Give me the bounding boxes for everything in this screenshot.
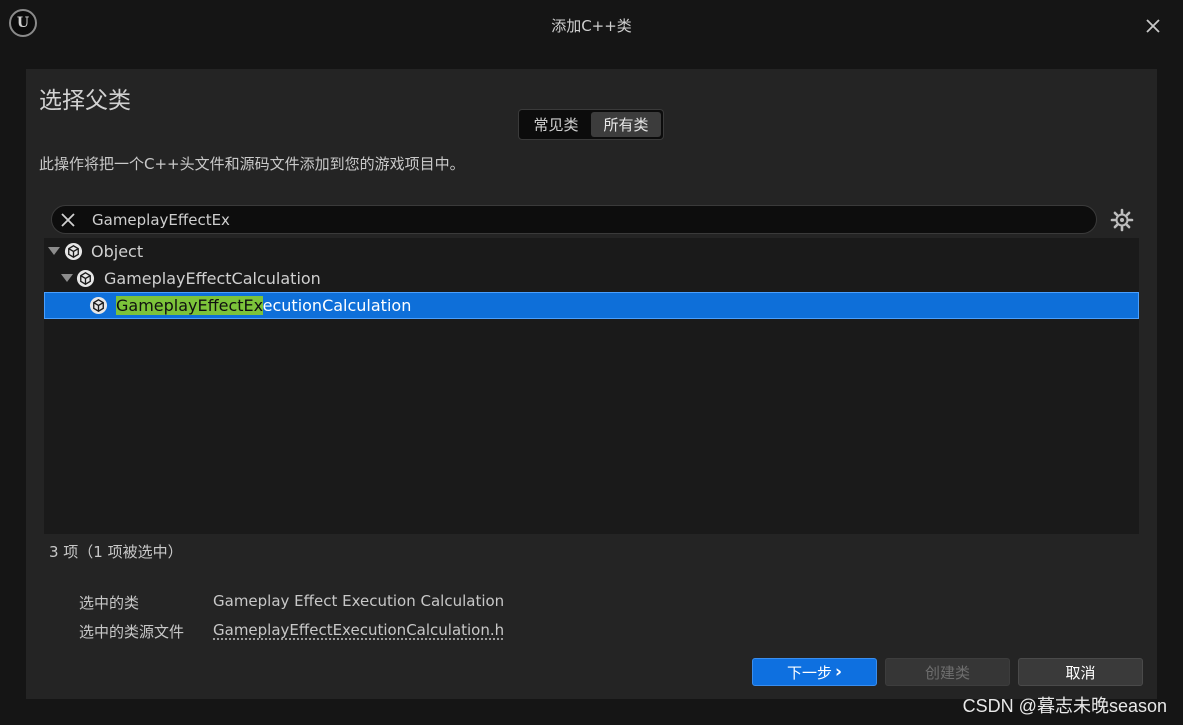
source-file-link[interactable]: GameplayEffectExecutionCalculation.h: [213, 621, 504, 639]
class-cube-icon: [76, 269, 95, 288]
class-cube-icon: [64, 242, 83, 261]
tree-item-label-rest: ecutionCalculation: [262, 296, 412, 315]
page-title: 选择父类: [39, 88, 131, 114]
tree-item-label: GameplayEffectExecutionCalculation: [116, 296, 411, 315]
tab-common-classes[interactable]: 常见类: [521, 112, 591, 137]
description-text: 此操作将把一个C++头文件和源码文件添加到您的游戏项目中。: [39, 155, 465, 173]
watermark: CSDN @暮志未晚season: [962, 696, 1167, 716]
title-bar: U 添加C++类: [0, 0, 1183, 52]
tree-row-gameplay-effect-calculation[interactable]: GameplayEffectCalculation: [44, 265, 1139, 292]
window-title: 添加C++类: [551, 17, 632, 35]
selected-class-label: 选中的类: [79, 594, 140, 612]
search-input[interactable]: [92, 206, 1082, 233]
cancel-button[interactable]: 取消: [1018, 658, 1143, 686]
dialog-panel: 选择父类 常见类 所有类 此操作将把一个C++头文件和源码文件添加到您的游戏项目…: [26, 69, 1157, 699]
search-bar: [51, 205, 1097, 234]
expand-arrow-icon[interactable]: [61, 274, 73, 282]
item-count: 3 项（1 项被选中）: [49, 543, 183, 561]
source-file-label: 选中的类源文件: [79, 623, 185, 641]
selected-class-value: Gameplay Effect Execution Calculation: [213, 592, 505, 610]
class-filter-tabs: 常见类 所有类: [518, 109, 664, 140]
expand-arrow-icon[interactable]: [48, 247, 60, 255]
tree-row-object[interactable]: Object: [44, 238, 1139, 265]
add-cpp-class-window: U 添加C++类 选择父类 常见类 所有类 此操作将把一个C++头文件和源码文件…: [0, 0, 1183, 725]
clear-search-button[interactable]: [56, 208, 80, 232]
close-button[interactable]: [1141, 14, 1165, 38]
class-cube-icon: [89, 296, 108, 315]
tree-item-label: GameplayEffectCalculation: [104, 269, 321, 288]
tab-all-classes[interactable]: 所有类: [591, 112, 661, 137]
chevron-right-icon: ›: [835, 662, 843, 682]
class-tree: Object GameplayEffectCalculation Gamepla…: [44, 238, 1139, 534]
next-button[interactable]: 下一步 ›: [752, 658, 877, 686]
next-button-label: 下一步: [786, 663, 832, 682]
tree-item-label: Object: [91, 242, 144, 261]
search-match-highlight: GameplayEffectEx: [116, 296, 263, 315]
close-icon: [61, 213, 75, 227]
gear-icon[interactable]: [1110, 208, 1134, 232]
tree-row-gameplay-effect-execution-calculation[interactable]: GameplayEffectExecutionCalculation: [44, 292, 1139, 319]
create-class-button[interactable]: 创建类: [885, 658, 1010, 686]
close-icon: [1146, 19, 1160, 33]
